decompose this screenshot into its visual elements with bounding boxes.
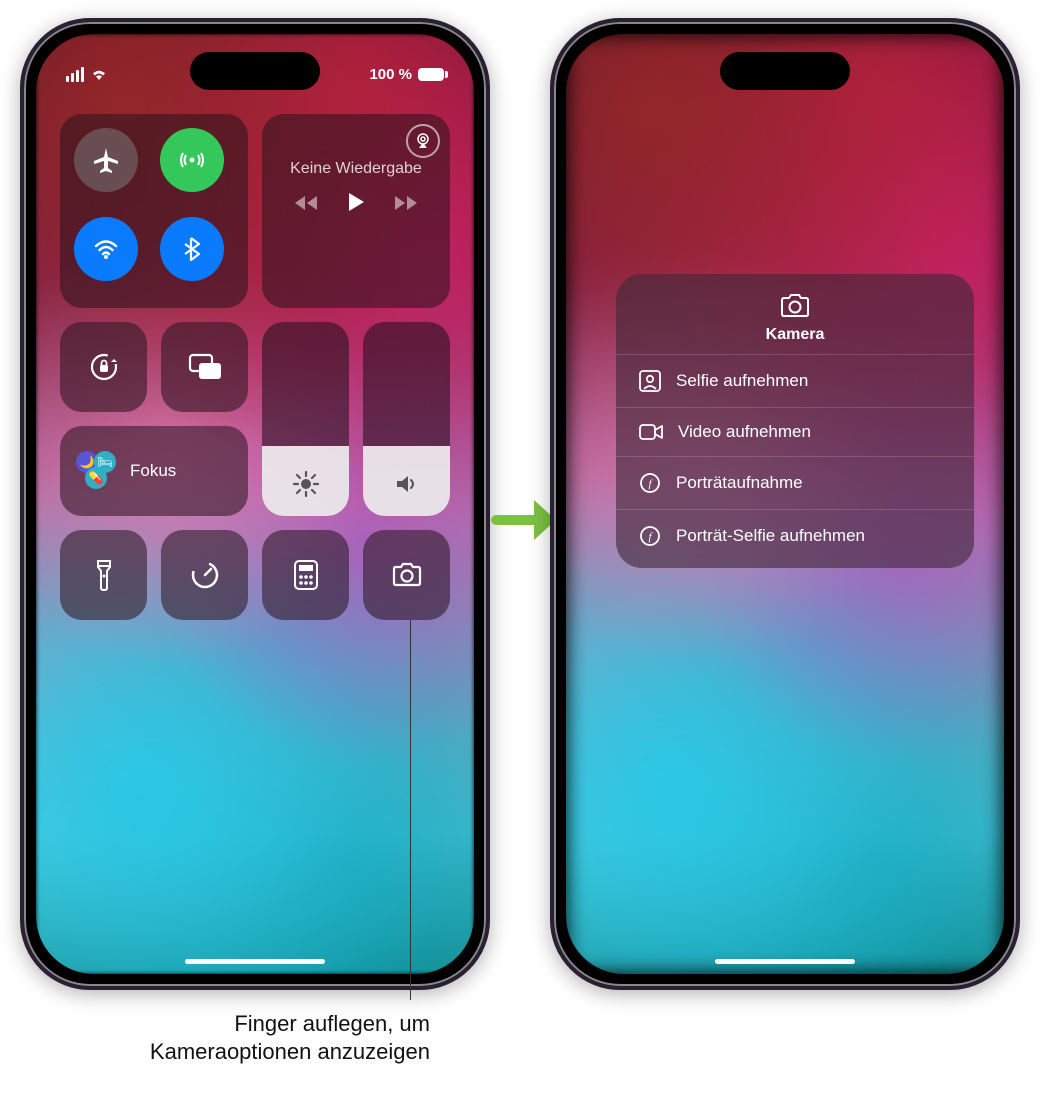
media-title: Keine Wiedergabe: [276, 160, 436, 178]
camera-context-menu: Kamera Selfie aufnehmen Video aufnehmen …: [616, 274, 974, 568]
volume-slider[interactable]: [363, 322, 450, 516]
camera-icon: [390, 561, 424, 589]
menu-item-label: Video aufnehmen: [678, 422, 811, 442]
rewind-icon: [293, 194, 319, 212]
camera-menu-item-portrait-selfie[interactable]: f Porträt-Selfie aufnehmen: [616, 509, 974, 562]
battery-percent: 100 %: [369, 66, 412, 83]
phone-left: 100 %: [20, 18, 490, 990]
camera-menu-title: Kamera: [616, 326, 974, 344]
flashlight-button[interactable]: [60, 530, 147, 620]
video-icon: [638, 422, 664, 442]
phone-right: Kamera Selfie aufnehmen Video aufnehmen …: [550, 18, 1020, 990]
wifi-toggle[interactable]: [74, 217, 138, 281]
svg-text:f: f: [648, 531, 653, 543]
screen-mirroring-icon: [187, 352, 223, 382]
orientation-lock-button[interactable]: [60, 322, 147, 412]
portrait-icon: f: [638, 471, 662, 495]
connectivity-platter[interactable]: [60, 114, 248, 308]
bluetooth-toggle[interactable]: [160, 217, 224, 281]
wifi-icon: [91, 234, 121, 264]
calculator-icon: [293, 559, 319, 591]
airplane-mode-toggle[interactable]: [74, 128, 138, 192]
camera-icon: [778, 292, 812, 320]
antenna-icon: [177, 145, 207, 175]
flashlight-icon: [93, 558, 115, 592]
timer-icon: [189, 559, 221, 591]
timer-button[interactable]: [161, 530, 248, 620]
menu-item-label: Selfie aufnehmen: [676, 371, 808, 391]
forward-button[interactable]: [393, 192, 419, 218]
calculator-button[interactable]: [262, 530, 349, 620]
camera-menu-item-portrait[interactable]: f Porträtaufnahme: [616, 456, 974, 509]
selfie-icon: [638, 369, 662, 393]
dynamic-island: [190, 52, 320, 90]
callout-leader-line: [410, 620, 411, 1000]
screen-mirroring-button[interactable]: [161, 322, 248, 412]
camera-menu-item-video[interactable]: Video aufnehmen: [616, 407, 974, 456]
brightness-icon: [292, 470, 320, 498]
focus-label: Fokus: [130, 461, 176, 481]
battery-icon: [418, 68, 444, 81]
home-indicator[interactable]: [715, 959, 855, 964]
forward-icon: [393, 194, 419, 212]
menu-item-label: Porträt-Selfie aufnehmen: [676, 526, 865, 546]
cellular-signal-icon: [66, 67, 84, 82]
home-indicator[interactable]: [185, 959, 325, 964]
portrait-selfie-icon: f: [638, 524, 662, 548]
cellular-data-toggle[interactable]: [160, 128, 224, 192]
focus-button[interactable]: 🌙 🛏 💊 Fokus: [60, 426, 248, 516]
airplay-icon: [414, 132, 432, 150]
play-button[interactable]: [347, 192, 365, 218]
airplay-button[interactable]: [406, 124, 440, 158]
wifi-icon: [90, 67, 108, 81]
rewind-button[interactable]: [293, 192, 319, 218]
orientation-lock-icon: [87, 350, 121, 384]
camera-button[interactable]: [363, 530, 450, 620]
play-icon: [347, 192, 365, 212]
control-center: Keine Wiedergabe: [60, 114, 450, 620]
bluetooth-icon: [177, 234, 207, 264]
svg-text:f: f: [648, 478, 653, 490]
pill-icon: 💊: [85, 467, 107, 489]
brightness-slider[interactable]: [262, 322, 349, 516]
callout-text: Finger auflegen, um Kameraoptionen anzuz…: [20, 1010, 430, 1065]
dynamic-island: [720, 52, 850, 90]
media-platter[interactable]: Keine Wiedergabe: [262, 114, 450, 308]
menu-item-label: Porträtaufnahme: [676, 473, 803, 493]
camera-menu-item-selfie[interactable]: Selfie aufnehmen: [616, 354, 974, 407]
volume-icon: [393, 470, 421, 498]
airplane-icon: [91, 145, 121, 175]
